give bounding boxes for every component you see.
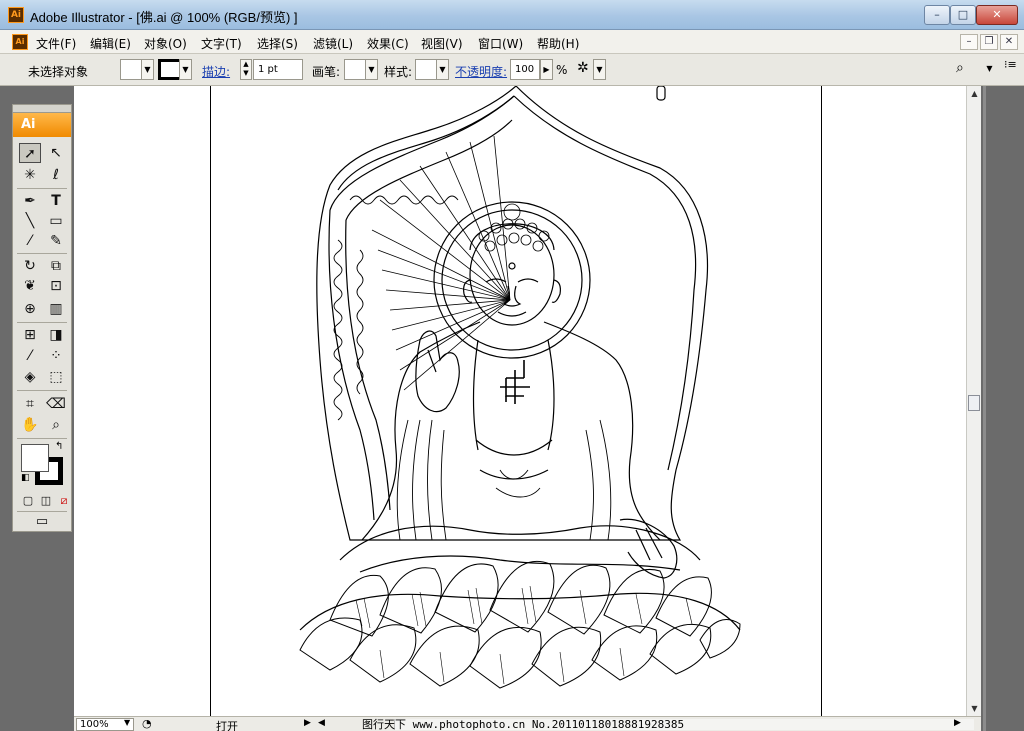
restore-button[interactable]: □ — [950, 5, 976, 25]
tool-divider — [17, 390, 67, 391]
opacity-unit: % — [556, 63, 568, 77]
menu-object[interactable]: 对象(O) — [144, 35, 187, 52]
minimize-button[interactable]: – — [924, 5, 950, 25]
rectangle-tool-icon[interactable]: ▭ — [45, 211, 67, 231]
eyedropper-tool-icon[interactable]: ⁄ — [19, 346, 41, 366]
zoom-tool-icon[interactable]: ⌕ — [45, 415, 67, 435]
document-canvas[interactable] — [74, 86, 966, 716]
scale-tool-icon[interactable]: ⧉ — [45, 256, 67, 276]
toolbox-panel: Ai ➚ ↖ ✳ ℓ ✒ T ╲ ▭ ⁄ ✎ ↻ ⧉ ❦ ⊡ ⊕ ▥ ⊞ ◨ ⁄… — [12, 112, 72, 532]
opacity-label[interactable]: 不透明度: — [455, 63, 507, 80]
menu-effect[interactable]: 效果(C) — [367, 35, 409, 52]
version-cue-icon[interactable]: ◔ — [142, 717, 152, 730]
bridge-search-icon[interactable]: ⌕ — [956, 60, 964, 76]
doc-close-button[interactable]: ✕ — [1000, 34, 1018, 50]
fill-color-box[interactable] — [21, 444, 49, 472]
tool-divider — [17, 253, 67, 254]
close-button[interactable]: ✕ — [976, 5, 1018, 25]
paintbrush-tool-icon[interactable]: ⁄ — [19, 231, 41, 251]
stroke-label[interactable]: 描边: — [202, 63, 230, 80]
menu-filter[interactable]: 滤镜(L) — [313, 35, 353, 52]
style-label: 样式: — [384, 65, 413, 79]
stroke-dropdown-icon[interactable]: ▼ — [179, 59, 192, 80]
illustrator-app-icon: Ai — [8, 7, 24, 23]
live-paint-bucket-tool-icon[interactable]: ◈ — [19, 367, 41, 387]
status-menu-arrow-icon[interactable]: ▶ — [304, 718, 311, 728]
opacity-field[interactable]: 100 — [510, 59, 540, 80]
recolor-dropdown-icon[interactable]: ▼ — [593, 59, 606, 80]
menu-help[interactable]: 帮助(H) — [537, 35, 579, 52]
default-colors-icon[interactable]: ◧ — [21, 473, 30, 483]
tool-divider — [17, 188, 67, 189]
mesh-tool-icon[interactable]: ⊞ — [19, 325, 41, 345]
window-title: Adobe Illustrator - [佛.ai @ 100% (RGB/预览… — [30, 10, 298, 25]
menu-edit[interactable]: 编辑(E) — [90, 35, 131, 52]
free-transform-tool-icon[interactable]: ⊡ — [45, 276, 67, 296]
right-panel-dock — [981, 86, 1024, 731]
column-graph-tool-icon[interactable]: ▥ — [45, 299, 67, 319]
selection-status: 未选择对象 — [28, 65, 89, 79]
line-tool-icon[interactable]: ╲ — [19, 211, 41, 231]
direct-selection-tool-icon[interactable]: ↖ — [45, 143, 67, 163]
recolor-artwork-icon[interactable]: ✲ — [577, 60, 589, 76]
status-text: 打开 — [216, 720, 238, 731]
pencil-tool-icon[interactable]: ✎ — [45, 231, 67, 251]
stroke-weight-spinner[interactable]: ▲ ▼ — [240, 59, 252, 80]
blend-tool-icon[interactable]: ⁘ — [45, 346, 67, 366]
panel-menu-icon[interactable]: ⁝≡ — [1004, 58, 1017, 71]
title-bar: Ai Adobe Illustrator - [佛.ai @ 100% (RGB… — [0, 0, 1024, 30]
doc-minimize-button[interactable]: – — [960, 34, 978, 50]
rotate-tool-icon[interactable]: ↻ — [19, 256, 41, 276]
magic-wand-tool-icon[interactable]: ✳ — [19, 165, 41, 185]
scroll-right-icon[interactable]: ▶ — [954, 718, 961, 728]
eraser-tool-icon[interactable]: ⌫ — [45, 394, 67, 414]
gradient-tool-icon[interactable]: ◨ — [45, 325, 67, 345]
menu-bar: Ai 文件(F) 编辑(E) 对象(O) 文字(T) 选择(S) 滤镜(L) 效… — [0, 30, 1024, 54]
hand-tool-icon[interactable]: ✋ — [19, 415, 41, 435]
scroll-up-icon[interactable]: ▲ — [967, 86, 982, 101]
selection-tool-icon[interactable]: ➚ — [19, 143, 41, 163]
brush-dropdown-icon[interactable]: ▼ — [365, 59, 378, 80]
stroke-weight-field[interactable]: 1 pt — [253, 59, 303, 80]
watermark-text: 图行天下 www.photophoto.cn No.20110118018881… — [362, 718, 685, 731]
vertical-scrollbar[interactable]: ▲ ▼ — [966, 86, 981, 716]
doc-restore-button[interactable]: ❐ — [980, 34, 998, 50]
zoom-dropdown-icon[interactable]: ▼ — [124, 718, 130, 727]
none-mode-icon[interactable]: ⧄ — [53, 491, 75, 511]
fill-dropdown-icon[interactable]: ▼ — [141, 59, 154, 80]
dock-divider — [983, 86, 986, 731]
slice-tool-icon[interactable]: ⌗ — [19, 394, 41, 414]
warp-tool-icon[interactable]: ❦ — [19, 276, 41, 296]
menu-window[interactable]: 窗口(W) — [478, 35, 523, 52]
menu-select[interactable]: 选择(S) — [257, 35, 298, 52]
buddha-line-artwork[interactable] — [74, 86, 966, 716]
scroll-left-icon[interactable]: ◀ — [318, 718, 325, 728]
tool-divider — [17, 438, 67, 439]
toolbox-grip[interactable] — [12, 104, 72, 112]
vertical-scroll-thumb[interactable] — [968, 395, 980, 411]
toolbox-header: Ai — [13, 113, 71, 137]
control-bar: 未选择对象 ▼ ▼ 描边: ▲ ▼ 1 pt 画笔: ▼ 样式: ▼ 不透明度: … — [0, 54, 1024, 86]
brush-label: 画笔: — [312, 65, 341, 79]
bridge-dropdown-icon[interactable]: ▼ — [983, 59, 996, 80]
tool-divider — [17, 322, 67, 323]
lasso-tool-icon[interactable]: ℓ — [45, 165, 67, 185]
document-icon[interactable]: Ai — [12, 34, 28, 50]
menu-type[interactable]: 文字(T) — [201, 35, 242, 52]
menu-view[interactable]: 视图(V) — [421, 35, 463, 52]
menu-file[interactable]: 文件(F) — [36, 35, 76, 52]
type-tool-icon[interactable]: T — [45, 191, 67, 211]
live-paint-selection-tool-icon[interactable]: ⬚ — [45, 367, 67, 387]
opacity-arrow-icon[interactable]: ▶ — [540, 59, 553, 80]
symbol-sprayer-tool-icon[interactable]: ⊕ — [19, 299, 41, 319]
swap-colors-icon[interactable]: ↰ — [55, 441, 63, 452]
pen-tool-icon[interactable]: ✒ — [19, 191, 41, 211]
screen-mode-icon[interactable]: ▭ — [31, 512, 53, 532]
scroll-down-icon[interactable]: ▼ — [967, 701, 982, 716]
style-dropdown-icon[interactable]: ▼ — [436, 59, 449, 80]
